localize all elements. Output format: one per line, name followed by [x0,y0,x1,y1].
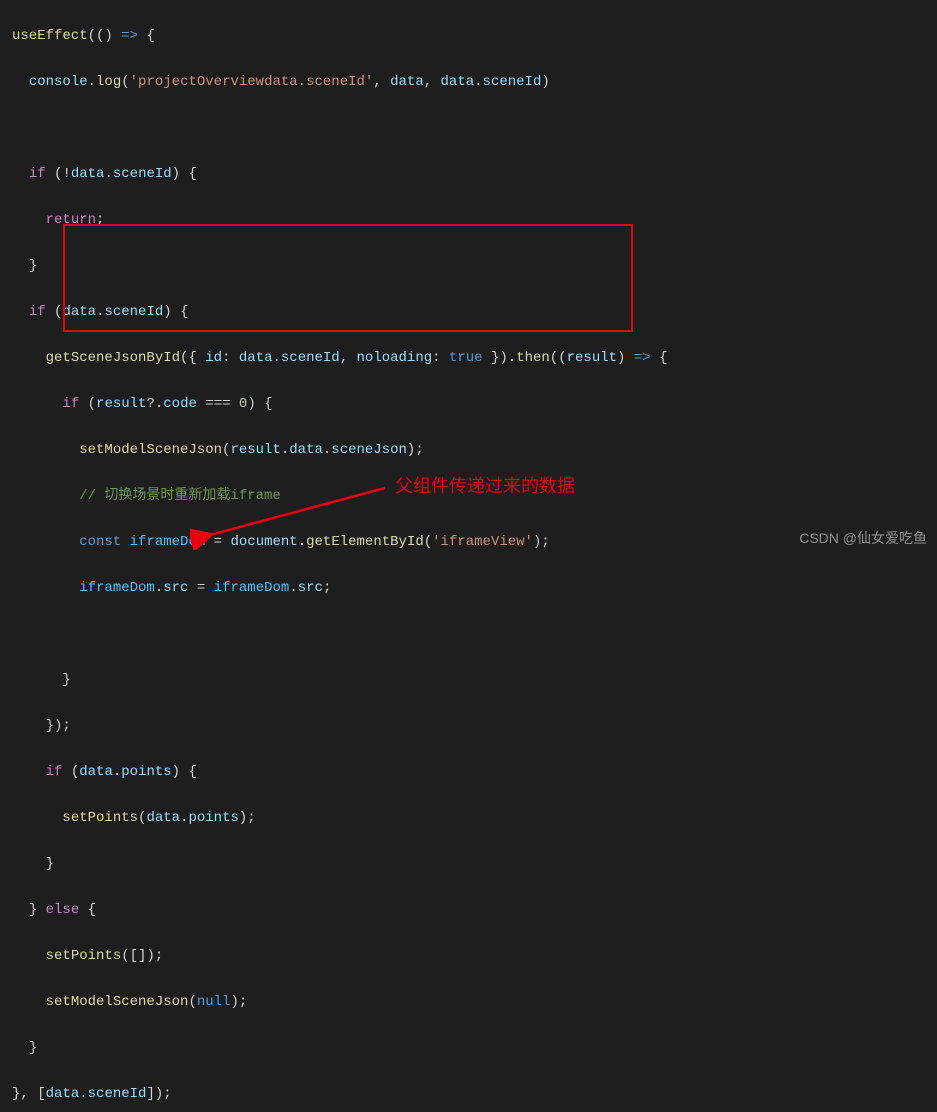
token: true [449,350,483,366]
token: console [29,74,88,90]
token: data [146,810,180,826]
token: const [79,534,121,550]
token: data [46,1086,80,1102]
token: useEffect [12,28,88,44]
token: sceneId [104,304,163,320]
token: document [230,534,297,550]
token: id [205,350,222,366]
token: return [46,212,96,228]
token: result [230,442,280,458]
token: iframeDom [79,580,155,596]
line-1: useEffect(() => { [12,25,925,48]
line-5: return; [12,209,925,232]
line-22: setModelSceneJson(null); [12,991,925,1014]
line-21: setPoints([]); [12,945,925,968]
token: setModelSceneJson [46,994,189,1010]
token: => [121,28,138,44]
token: src [163,580,188,596]
token: data [62,304,96,320]
line-10: setModelSceneJson(result.data.sceneJson)… [12,439,925,462]
line-17: if (data.points) { [12,761,925,784]
line-6: } [12,255,925,278]
line-3 [12,117,925,140]
token: iframeDom [130,534,206,550]
token: getElementById [306,534,424,550]
token: setModelSceneJson [79,442,222,458]
token: iframeDom [214,580,290,596]
token: then [516,350,550,366]
line-7: if (data.sceneId) { [12,301,925,324]
token: log [96,74,121,90]
line-24: }, [data.sceneId]); [12,1083,925,1106]
token: data [71,166,105,182]
token: sceneId [483,74,542,90]
token: if [29,166,46,182]
token: data [289,442,323,458]
annotation-text: 父组件传递过来的数据 [395,475,575,498]
line-16: }); [12,715,925,738]
token: result [567,350,617,366]
token: points [188,810,238,826]
line-9: if (result?.code === 0) { [12,393,925,416]
line-19: } [12,853,925,876]
watermark: CSDN @仙女爱吃鱼 [799,527,927,550]
line-12: const iframeDom = document.getElementByI… [12,531,925,554]
token: data [441,74,475,90]
token: if [46,764,63,780]
token: src [298,580,323,596]
token: sceneId [281,350,340,366]
token: ! [62,166,70,182]
comment: // 切换场景时重新加载iframe [79,488,281,504]
token: sceneId [88,1086,147,1102]
token: result [96,396,146,412]
code-block: useEffect(() => { console.log('projectOv… [0,2,937,1112]
line-15: } [12,669,925,692]
line-14 [12,623,925,646]
line-18: setPoints(data.points); [12,807,925,830]
token: setPoints [62,810,138,826]
token: if [62,396,79,412]
token: null [197,994,231,1010]
token: 'projectOverviewdata.sceneId' [130,74,374,90]
line-8: getSceneJsonById({ id: data.sceneId, nol… [12,347,925,370]
token: noloading [357,350,433,366]
token: setPoints [46,948,122,964]
token: else [46,902,80,918]
token: data [79,764,113,780]
line-4: if (!data.sceneId) { [12,163,925,186]
line-20: } else { [12,899,925,922]
token: 'iframeView' [432,534,533,550]
token: getSceneJsonById [46,350,180,366]
line-2: console.log('projectOverviewdata.sceneId… [12,71,925,94]
token: sceneId [113,166,172,182]
token: if [29,304,46,320]
line-23: } [12,1037,925,1060]
token: data [390,74,424,90]
line-13: iframeDom.src = iframeDom.src; [12,577,925,600]
token: sceneJson [331,442,407,458]
token: data [239,350,273,366]
token: code [163,396,197,412]
token: points [121,764,171,780]
